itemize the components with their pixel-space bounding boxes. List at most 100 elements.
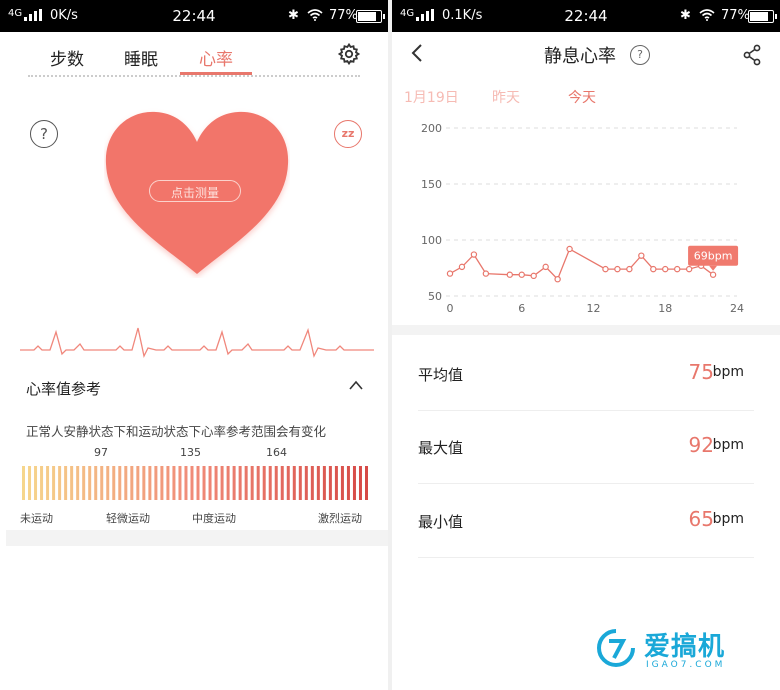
zone-bar-segment	[88, 466, 92, 500]
zone-bar-segment	[238, 466, 242, 500]
zone-bar-segment	[100, 466, 104, 500]
zone-bar-segment	[94, 466, 98, 500]
data-point	[518, 271, 525, 278]
tab-heart-rate[interactable]: 心率	[199, 45, 233, 70]
reference-title: 心率值参考	[26, 380, 102, 398]
zone-bar-segment	[178, 466, 182, 500]
callout-label: 69bpm	[694, 250, 733, 263]
zone-bar-segment	[190, 466, 194, 500]
stat-unit: bpm	[712, 364, 744, 380]
data-point	[662, 265, 669, 273]
data-point	[614, 265, 621, 273]
x-tick-label: 18	[658, 302, 672, 315]
zone-bar-segment	[154, 466, 158, 500]
bluetooth-icon: ✱	[288, 8, 299, 23]
zone-label: 轻微运动	[106, 512, 150, 525]
zone-bar-segment	[286, 466, 290, 500]
data-point	[709, 271, 717, 278]
zone-bar-segment	[70, 466, 74, 500]
data-point	[626, 265, 633, 273]
day-tab-today[interactable]: 今天	[568, 87, 596, 107]
stat-value: 75	[688, 360, 714, 384]
zone-bar-segment	[328, 466, 332, 500]
y-tick-label: 100	[421, 234, 442, 247]
tab-divider	[28, 75, 360, 77]
zone-bar-segment	[118, 466, 122, 500]
status-bar: 4G 0K/s 22:44 ✱ 77%	[0, 0, 388, 32]
battery-percent: 77%	[329, 8, 358, 23]
zone-bar-segment	[148, 466, 152, 500]
zone-bar-segment	[40, 466, 44, 500]
data-point	[530, 272, 537, 280]
tab-steps[interactable]: 步数	[50, 45, 84, 70]
sleep-icon[interactable]: zz	[334, 120, 362, 148]
zone-bar-segment	[58, 466, 62, 500]
zone-tick: 135	[180, 446, 201, 459]
zone-bar-segment	[256, 466, 260, 500]
zone-bar-segment	[172, 466, 176, 500]
back-arrow-icon[interactable]	[410, 44, 424, 62]
zone-bar-segment	[346, 466, 350, 500]
zone-bar-segment	[304, 466, 308, 500]
zone-bar-segment	[64, 466, 68, 500]
stat-label: 最大值	[418, 439, 464, 457]
measure-button[interactable]: 点击测量	[149, 180, 241, 202]
data-point	[542, 263, 549, 271]
day-tab-yesterday[interactable]: 昨天	[492, 87, 520, 107]
data-point	[650, 265, 657, 273]
stat-value: 65	[688, 507, 714, 531]
zone-bar-segment	[262, 466, 266, 500]
share-icon[interactable]	[742, 44, 762, 66]
x-tick-label: 0	[447, 302, 454, 315]
zone-bar-segment	[268, 466, 272, 500]
chevron-up-icon[interactable]	[349, 380, 363, 390]
x-tick-label: 24	[730, 302, 744, 315]
data-point	[566, 245, 573, 253]
zone-bar-segment	[28, 466, 32, 500]
data-point	[482, 270, 490, 277]
zone-bar-segment	[352, 466, 356, 500]
data-point	[470, 251, 478, 258]
help-icon[interactable]: ?	[630, 45, 650, 65]
data-point	[674, 265, 681, 273]
gear-icon[interactable]	[337, 42, 361, 66]
zone-bar-segment	[52, 466, 56, 500]
zone-bar-segment	[298, 466, 302, 500]
zone-bar-segment	[310, 466, 314, 500]
page-title: 静息心率	[544, 46, 616, 67]
resting-heart-rate-screen: 4G 0.1K/s 22:44 ✱ 77% 静息心率 ? 1月19日 昨天 今天…	[392, 0, 780, 690]
series-line	[449, 248, 714, 281]
tab-sleep[interactable]: 睡眠	[124, 45, 158, 70]
help-icon[interactable]: ?	[30, 120, 58, 148]
reference-description: 正常人安静状态下和运动状态下心率参考范围会有变化	[26, 424, 327, 439]
stat-label: 平均值	[418, 366, 464, 384]
zone-label: 未运动	[20, 512, 53, 525]
zone-bar-segment	[292, 466, 296, 500]
zone-bar-segment	[22, 466, 25, 500]
data-point	[458, 263, 466, 271]
bluetooth-icon: ✱	[680, 8, 691, 23]
data-point	[602, 265, 609, 273]
zone-bar-segment	[76, 466, 80, 500]
zone-bar-segment	[220, 466, 224, 500]
data-point	[446, 270, 454, 277]
zone-bar-segment	[358, 466, 362, 500]
zone-bar-segment	[226, 466, 230, 500]
stat-row-max: 最大值 92 bpm	[418, 411, 754, 484]
zone-bar-segment	[316, 466, 320, 500]
battery-percent: 77%	[721, 8, 750, 23]
section-footer	[6, 530, 388, 546]
zone-bar-segment	[250, 466, 254, 500]
y-tick-label: 150	[421, 178, 442, 191]
day-tab-jan19[interactable]: 1月19日	[404, 87, 459, 107]
stat-row-min: 最小值 65 bpm	[418, 485, 754, 558]
section-gap	[392, 325, 780, 335]
zone-bar-segment	[82, 466, 86, 500]
zone-bar-segment	[106, 466, 110, 500]
resting-heart-rate-chart: 200 150 100 50 0 6 12 18 24 69bpm	[421, 122, 744, 315]
stat-unit: bpm	[712, 511, 744, 527]
heart-rate-screen: 4G 0K/s 22:44 ✱ 77% 步数 睡眠 心率 ? zz 点击测量 心…	[0, 0, 388, 690]
data-point	[685, 265, 693, 273]
zone-bar-segment	[274, 466, 278, 500]
zone-label: 激烈运动	[318, 512, 362, 525]
